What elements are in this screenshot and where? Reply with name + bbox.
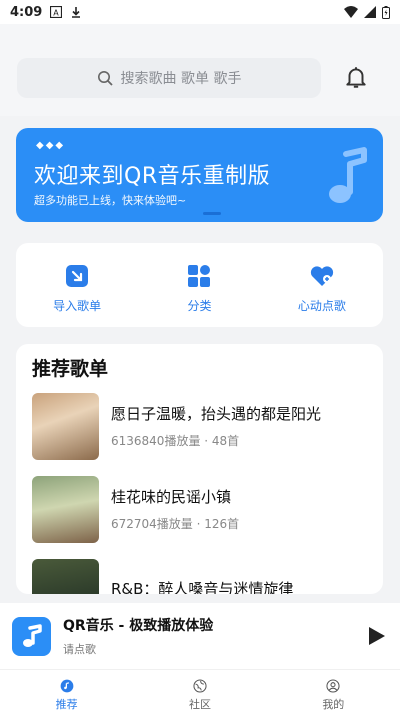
tab-mine[interactable]: 我的 bbox=[267, 670, 400, 712]
status-time: 4:09 bbox=[10, 4, 43, 20]
carousel-indicator bbox=[203, 212, 221, 215]
quick-action-category[interactable]: 分类 bbox=[138, 243, 260, 327]
play-icon[interactable] bbox=[364, 624, 388, 648]
player-subtitle: 请点歌 bbox=[63, 643, 96, 656]
download-icon bbox=[72, 7, 81, 18]
svg-text:A: A bbox=[54, 9, 60, 18]
tab-community[interactable]: 社区 bbox=[133, 670, 266, 712]
battery-icon bbox=[382, 5, 390, 19]
banner-title: 欢迎来到QR音乐重制版 bbox=[34, 164, 271, 189]
playlist-cover bbox=[32, 475, 99, 543]
search-placeholder: 搜索歌曲 歌单 歌手 bbox=[120, 71, 242, 87]
playlist-item[interactable]: 桂花味的民谣小镇 672704播放量 · 126首 bbox=[32, 475, 372, 543]
quick-action-label: 心动点歌 bbox=[297, 299, 346, 313]
quick-action-label: 导入歌单 bbox=[53, 299, 102, 313]
import-icon bbox=[66, 265, 89, 287]
bell-icon[interactable] bbox=[343, 64, 369, 90]
quick-action-heart[interactable]: 心动点歌 bbox=[261, 243, 383, 327]
playlist-cover bbox=[32, 392, 99, 460]
app-logo-icon bbox=[12, 616, 51, 656]
music-note-icon bbox=[329, 147, 367, 203]
tab-label: 推荐 bbox=[55, 698, 78, 711]
player-title: QR音乐 - 极致播放体验 bbox=[63, 618, 214, 634]
playlist-name: 愿日子温暖，抬头遇的都是阳光 bbox=[111, 405, 322, 423]
search-input[interactable]: 搜索歌曲 歌单 歌手 bbox=[17, 58, 321, 98]
notification-a-icon: A bbox=[50, 6, 63, 18]
heart-icon bbox=[310, 266, 333, 286]
section-title: 推荐歌单 bbox=[32, 358, 109, 380]
playlist-name: 桂花味的民谣小镇 bbox=[111, 488, 232, 506]
bottom-tab-bar: 推荐 社区 我的 bbox=[0, 669, 400, 712]
tab-label: 我的 bbox=[322, 698, 345, 711]
playlist-meta: 672704播放量 · 126首 bbox=[111, 517, 240, 531]
header: 搜索歌曲 歌单 歌手 bbox=[0, 24, 400, 116]
tab-recommend[interactable]: 推荐 bbox=[0, 670, 133, 712]
playlist-meta: 6136840播放量 · 48首 bbox=[111, 434, 240, 448]
quick-action-label: 分类 bbox=[187, 299, 212, 313]
category-icon bbox=[188, 265, 211, 287]
banner-subtitle: 超多功能已上线，快来体验吧~ bbox=[34, 194, 187, 207]
signal-icon bbox=[364, 6, 376, 18]
globe-icon bbox=[193, 679, 207, 693]
user-icon bbox=[326, 679, 340, 693]
playlist-name: R&B：醉人嗓音与迷情旋律 bbox=[111, 579, 294, 595]
music-disc-icon bbox=[60, 679, 74, 693]
playlist-item[interactable]: 愿日子温暖，抬头遇的都是阳光 6136840播放量 · 48首 bbox=[32, 392, 372, 460]
playlist-cover bbox=[32, 558, 99, 594]
quick-actions: 导入歌单 分类 心动点歌 bbox=[16, 243, 383, 327]
playlist-item[interactable]: R&B：醉人嗓音与迷情旋律 bbox=[32, 558, 372, 594]
tab-label: 社区 bbox=[188, 698, 211, 711]
recommended-playlists: 推荐歌单 愿日子温暖，抬头遇的都是阳光 6136840播放量 · 48首 桂花味… bbox=[16, 344, 383, 594]
mini-player[interactable]: QR音乐 - 极致播放体验 请点歌 bbox=[0, 603, 400, 669]
search-icon bbox=[97, 71, 113, 86]
quick-action-import[interactable]: 导入歌单 bbox=[16, 243, 138, 327]
wifi-icon bbox=[344, 6, 358, 18]
decorative-dots-icon: ◆◆◆ bbox=[36, 140, 66, 151]
status-bar: 4:09 A bbox=[0, 0, 400, 24]
welcome-banner[interactable]: ◆◆◆ 欢迎来到QR音乐重制版 超多功能已上线，快来体验吧~ bbox=[16, 128, 383, 222]
